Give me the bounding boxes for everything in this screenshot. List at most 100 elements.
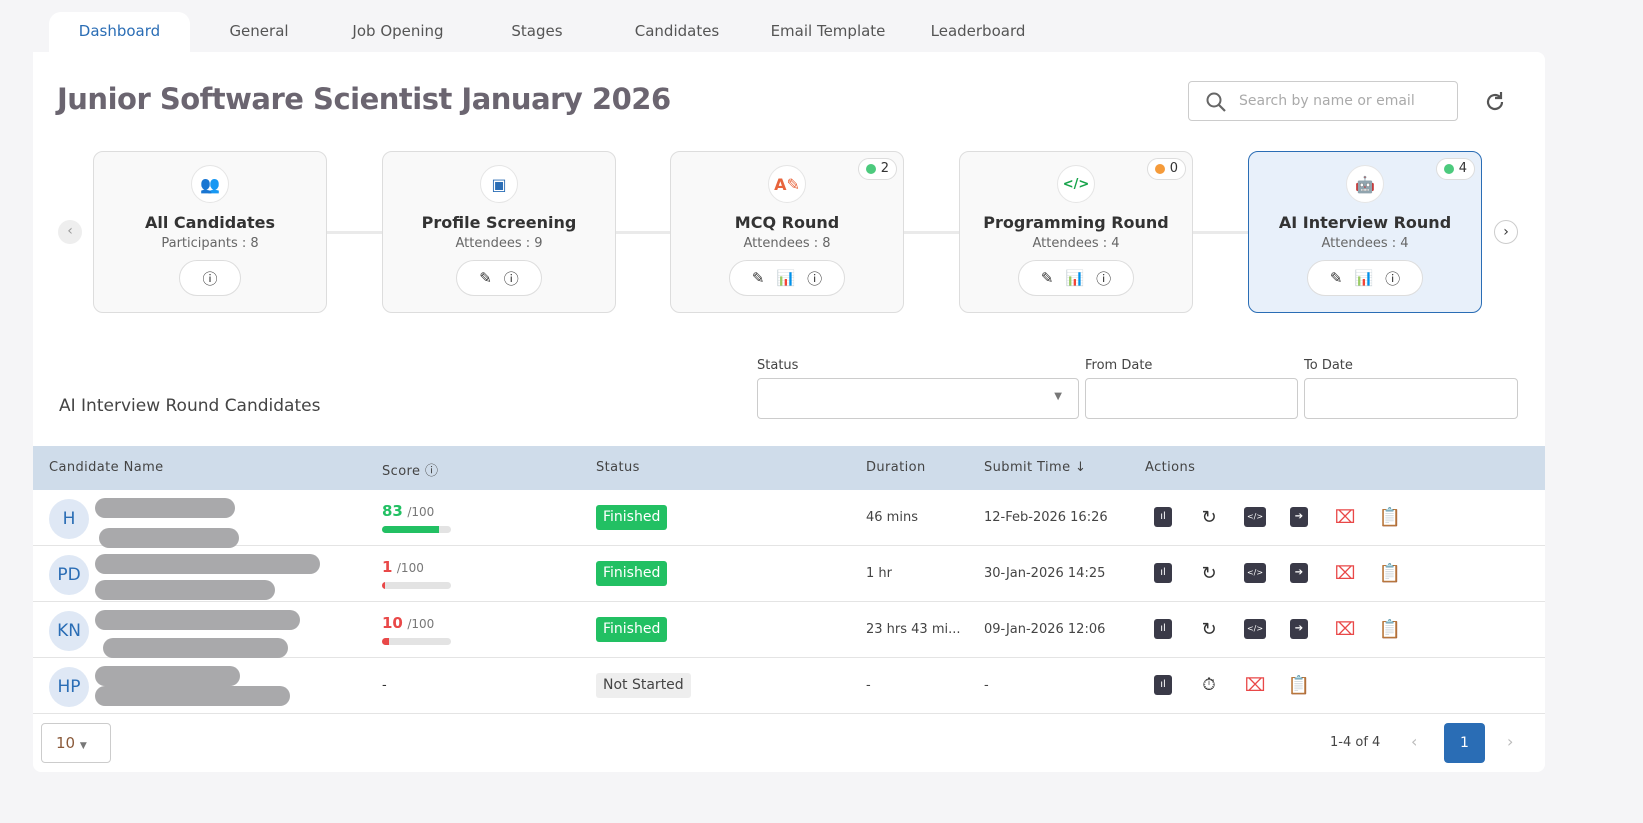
move-icon[interactable]: ➔: [1288, 618, 1310, 640]
stage-card-all-candidates[interactable]: 👥 All Candidates Participants : 8 ⓘ: [93, 151, 327, 313]
tab-general[interactable]: General: [200, 12, 318, 52]
score-bar: [382, 638, 451, 645]
redacted-text: [103, 638, 288, 658]
move-icon[interactable]: ➔: [1288, 562, 1310, 584]
table-row: PD 1 /100 Finished 1 hr 30-Jan-2026 14:25…: [33, 546, 1545, 602]
edit-icon[interactable]: ✎: [1041, 269, 1054, 287]
status-badge: Finished: [596, 617, 668, 642]
col-status: Status: [596, 460, 640, 475]
edit-icon[interactable]: ✎: [1330, 269, 1343, 287]
report-icon[interactable]: ıl: [1152, 562, 1174, 584]
stage-name: All Candidates: [144, 213, 276, 232]
edit-icon[interactable]: ✎: [752, 269, 765, 287]
stage-count: Attendees : 9: [455, 236, 543, 251]
stage-name: Programming Round: [983, 213, 1169, 232]
clipboard-icon[interactable]: 📋: [1379, 618, 1401, 640]
avatar: H: [49, 499, 89, 539]
next-page-button[interactable]: ›: [1507, 732, 1513, 751]
stage-prev-arrow[interactable]: ‹: [58, 220, 82, 244]
redacted-text: [95, 686, 290, 706]
info-icon[interactable]: ⓘ: [1385, 268, 1400, 289]
from-date-input[interactable]: [1085, 378, 1298, 419]
tab-email-template[interactable]: Email Template: [758, 12, 898, 52]
stage-next-arrow[interactable]: ›: [1494, 220, 1518, 244]
chevron-down-icon: ▼: [1054, 391, 1062, 402]
redacted-text: [95, 554, 320, 574]
prev-page-button[interactable]: ‹: [1411, 732, 1417, 751]
info-icon[interactable]: ⓘ: [202, 268, 217, 289]
stage-badge: 4: [1435, 158, 1475, 180]
to-date-input[interactable]: [1304, 378, 1518, 419]
stage-count: Attendees : 4: [1321, 236, 1409, 251]
score: -: [382, 678, 387, 693]
refresh-icon[interactable]: [1483, 90, 1507, 114]
stage-name: MCQ Round: [734, 213, 840, 232]
chart-icon[interactable]: 📊: [1354, 269, 1373, 287]
table-row: H 83 /100 Finished 46 mins 12-Feb-2026 16…: [33, 490, 1545, 548]
move-icon[interactable]: ➔: [1288, 506, 1310, 528]
reject-icon[interactable]: ⌧: [1244, 674, 1266, 696]
clipboard-icon[interactable]: 📋: [1288, 674, 1310, 696]
stage-card-mcq-round[interactable]: 2 A✎ MCQ Round Attendees : 8 ✎ 📊 ⓘ: [670, 151, 904, 313]
tab-job-opening[interactable]: Job Opening: [335, 12, 461, 52]
edit-icon[interactable]: ✎: [479, 269, 492, 287]
search-input[interactable]: Search by name or email: [1188, 81, 1458, 121]
chart-icon[interactable]: 📊: [1065, 269, 1084, 287]
info-icon[interactable]: ⓘ: [425, 464, 438, 479]
timer-settings-icon[interactable]: ⏱: [1198, 674, 1220, 696]
info-icon[interactable]: ⓘ: [504, 268, 519, 289]
stage-card-ai-interview-round[interactable]: 4 🤖 AI Interview Round Attendees : 4 ✎ 📊 ⓘ: [1248, 151, 1482, 313]
pagination-range: 1-4 of 4: [1330, 735, 1381, 750]
report-icon[interactable]: ıl: [1152, 674, 1174, 696]
info-icon[interactable]: ⓘ: [1096, 268, 1111, 289]
table-header: Candidate Name Score ⓘ Status Duration S…: [33, 446, 1545, 490]
sort-down-icon[interactable]: ↓: [1075, 460, 1086, 475]
code-review-icon[interactable]: </>: [1244, 562, 1266, 584]
page-1-button[interactable]: 1: [1444, 723, 1485, 763]
status-select[interactable]: ▼: [757, 378, 1079, 419]
reset-icon[interactable]: ↻: [1198, 562, 1220, 584]
status-label: Status: [757, 358, 799, 373]
submit-time: 12-Feb-2026 16:26: [984, 510, 1108, 525]
duration: 23 hrs 43 mi...: [866, 622, 961, 637]
page-size-select[interactable]: 10 ▼: [41, 723, 111, 763]
stage-card-programming-round[interactable]: 0 </> Programming Round Attendees : 4 ✎ 📊…: [959, 151, 1193, 313]
to-date-label: To Date: [1304, 358, 1353, 373]
dashboard-panel: Junior Software Scientist January 2026 S…: [33, 52, 1545, 772]
chart-icon[interactable]: 📊: [776, 269, 795, 287]
report-icon[interactable]: ıl: [1152, 618, 1174, 640]
stage-name: Profile Screening: [421, 213, 577, 232]
stage-badge: 0: [1146, 158, 1186, 180]
stage-badge: 2: [857, 158, 897, 180]
reject-icon[interactable]: ⌧: [1334, 562, 1356, 584]
clipboard-icon[interactable]: 📋: [1379, 506, 1401, 528]
avatar: HP: [49, 667, 89, 707]
col-duration: Duration: [866, 460, 926, 475]
col-submit-time[interactable]: Submit Time ↓: [984, 460, 1086, 475]
tab-stages[interactable]: Stages: [478, 12, 596, 52]
code-review-icon[interactable]: </>: [1244, 506, 1266, 528]
report-icon[interactable]: ıl: [1152, 506, 1174, 528]
robot-icon: 🤖: [1346, 165, 1384, 203]
clipboard-icon[interactable]: 📋: [1379, 562, 1401, 584]
duration: 46 mins: [866, 510, 918, 525]
score-bar: [382, 526, 451, 533]
status-badge: Finished: [596, 561, 668, 586]
status-badge: Finished: [596, 505, 668, 530]
avatar: PD: [49, 555, 89, 595]
stage-card-profile-screening[interactable]: ▣ Profile Screening Attendees : 9 ✎ ⓘ: [382, 151, 616, 313]
reset-icon[interactable]: ↻: [1198, 506, 1220, 528]
stage-count: Participants : 8: [161, 236, 259, 251]
code-review-icon[interactable]: </>: [1244, 618, 1266, 640]
reject-icon[interactable]: ⌧: [1334, 506, 1356, 528]
tab-dashboard[interactable]: Dashboard: [49, 12, 190, 52]
tab-candidates[interactable]: Candidates: [618, 12, 736, 52]
score-bar: [382, 582, 451, 589]
submit-time: 09-Jan-2026 12:06: [984, 622, 1106, 637]
mcq-icon: A✎: [768, 165, 806, 203]
info-icon[interactable]: ⓘ: [807, 268, 822, 289]
reset-icon[interactable]: ↻: [1198, 618, 1220, 640]
tab-leaderboard[interactable]: Leaderboard: [918, 12, 1038, 52]
score: 83 /100: [382, 502, 435, 520]
reject-icon[interactable]: ⌧: [1334, 618, 1356, 640]
